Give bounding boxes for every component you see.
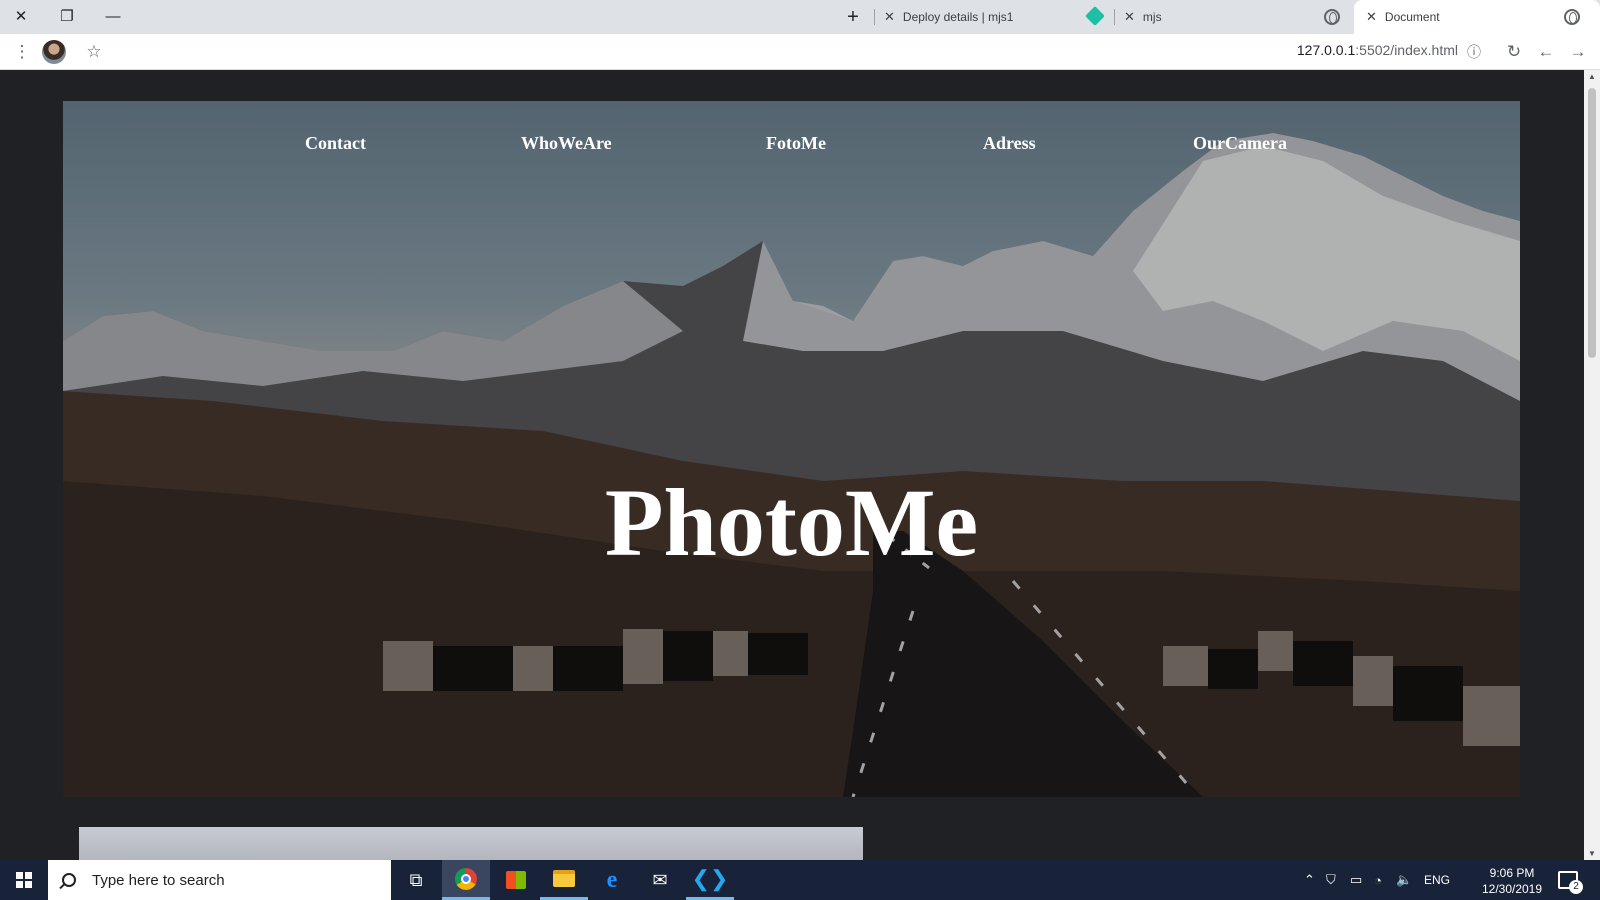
url-path: :5502/index.html — [1355, 42, 1458, 58]
tab-strip: ✕ ❐ — + ✕ Deploy details | mjs1 ✕ mjs ✕ … — [0, 0, 1600, 34]
tab-title: Deploy details | mjs1 — [902, 10, 1014, 24]
clock-date: 12/30/2019 — [1481, 882, 1543, 896]
hero-title: PhotoMe — [604, 469, 979, 576]
menu-kebab-icon[interactable]: ⋮ — [10, 40, 34, 64]
tab-mjs[interactable]: ✕ mjs — [1124, 0, 1344, 34]
notification-count-badge: 2 — [1569, 880, 1583, 894]
tab-deploy-details[interactable]: ✕ Deploy details | mjs1 — [884, 0, 1105, 34]
language-indicator[interactable]: ENG — [1424, 860, 1450, 900]
nav-link-who-we-are[interactable]: WhoWeAre — [521, 133, 612, 154]
bookmark-star-icon[interactable]: ☆ — [82, 40, 106, 64]
site-info-icon[interactable]: ⓘ — [1462, 40, 1486, 64]
close-tab-icon[interactable]: ✕ — [1124, 9, 1135, 25]
action-center-icon[interactable]: 2 — [1558, 871, 1583, 894]
taskbar-search-box[interactable]: Type here to search — [48, 860, 391, 900]
scrollbar-thumb[interactable] — [1588, 88, 1596, 358]
tab-title: Document — [1384, 10, 1440, 24]
mail-taskbar-icon[interactable]: ✉ — [636, 860, 684, 900]
nav-link-foto-me[interactable]: FotoMe — [766, 133, 826, 154]
minimize-window-icon[interactable]: — — [98, 4, 128, 30]
address-bar[interactable]: 127.0.0.1:5502/index.html — [1200, 42, 1458, 58]
reload-icon[interactable]: ↻ — [1502, 40, 1526, 64]
tab-separator — [874, 9, 875, 25]
mountain-road-illustration — [63, 101, 1520, 797]
task-view-icon[interactable]: ⧉ — [392, 860, 440, 900]
file-explorer-taskbar-icon[interactable] — [540, 860, 588, 900]
url-host: 127.0.0.1 — [1296, 42, 1356, 58]
search-placeholder: Type here to search — [92, 871, 225, 889]
volume-icon[interactable]: 🔈 — [1396, 860, 1412, 900]
wifi-icon[interactable]: ◔ — [1374, 860, 1382, 900]
forward-arrow-icon[interactable]: → — [1566, 40, 1590, 64]
page-scrollbar[interactable]: ▲ ▼ — [1584, 70, 1600, 860]
nav-link-adress[interactable]: Adress — [983, 133, 1036, 154]
scroll-down-icon[interactable]: ▼ — [1587, 849, 1597, 858]
close-window-icon[interactable]: ✕ — [6, 4, 36, 30]
page-viewport: Contact WhoWeAre FotoMe Adress OurCamera… — [0, 70, 1584, 860]
battery-icon[interactable]: ▭ — [1350, 860, 1362, 900]
store-taskbar-icon[interactable] — [492, 860, 540, 900]
tab-separator — [1114, 9, 1115, 25]
nav-link-our-camera[interactable]: OurCamera — [1193, 133, 1287, 154]
close-tab-icon[interactable]: ✕ — [1366, 9, 1377, 25]
next-section-image — [79, 827, 863, 860]
globe-favicon-icon — [1324, 9, 1340, 25]
hero-banner: Contact WhoWeAre FotoMe Adress OurCamera… — [63, 101, 1520, 797]
scroll-up-icon[interactable]: ▲ — [1587, 72, 1597, 81]
vscode-taskbar-icon[interactable]: ❮❯ — [686, 860, 734, 900]
globe-favicon-icon — [1564, 9, 1580, 25]
system-clock[interactable]: 9:06 PM 12/30/2019 — [1478, 865, 1546, 897]
defender-shield-icon[interactable]: ⛉ — [1326, 860, 1336, 900]
tab-title: mjs — [1142, 10, 1162, 24]
restore-window-icon[interactable]: ❐ — [52, 4, 82, 30]
new-tab-button[interactable]: + — [838, 4, 868, 30]
windows-start-icon[interactable] — [16, 872, 32, 888]
chrome-taskbar-icon[interactable] — [442, 860, 490, 900]
show-hidden-icons-icon[interactable]: ⌃ — [1304, 860, 1315, 900]
clock-time: 9:06 PM — [1489, 866, 1535, 880]
close-tab-icon[interactable]: ✕ — [884, 9, 895, 25]
netlify-favicon-icon — [1085, 6, 1105, 26]
avatar[interactable] — [42, 40, 66, 64]
back-arrow-icon[interactable]: ← — [1534, 40, 1558, 64]
search-icon — [62, 873, 76, 887]
windows-taskbar: Type here to search ⧉ e ✉ ❮❯ ⌃ ⛉ ▭ ◔ 🔈 E… — [0, 860, 1600, 900]
nav-link-contact[interactable]: Contact — [305, 133, 366, 154]
browser-toolbar: ⋮ ☆ 127.0.0.1:5502/index.html ⓘ ↻ ← → — [0, 34, 1600, 70]
edge-taskbar-icon[interactable]: e — [588, 860, 636, 900]
